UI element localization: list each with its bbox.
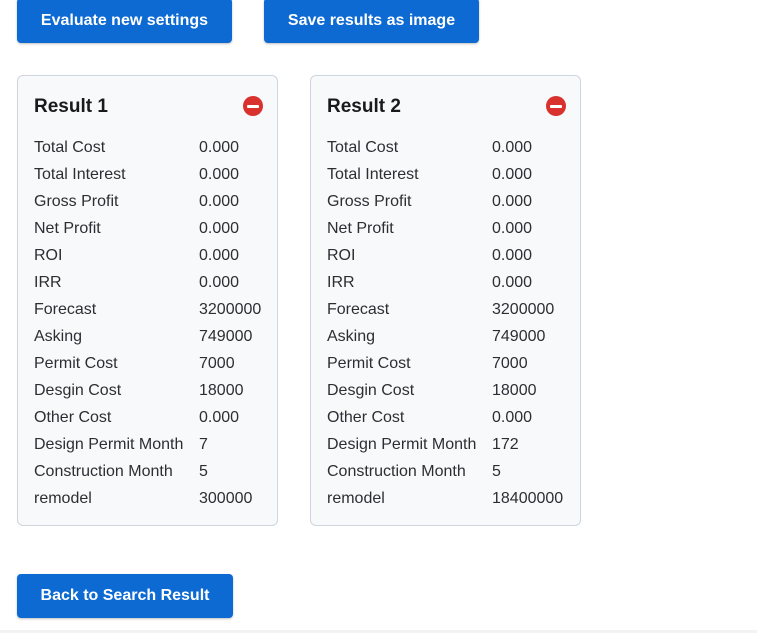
- result-card-1: Result 1 Total Cost 0.000 Total Interest 0.…: [17, 75, 278, 526]
- metric-value: 0.000: [199, 193, 240, 210]
- result-metric-row: remodel 18400000: [327, 485, 563, 512]
- result-metric-row: Other Cost 0.000: [34, 404, 261, 431]
- metric-value: 749000: [199, 328, 253, 345]
- metric-label: Gross Profit: [327, 193, 412, 210]
- metric-label: Asking: [34, 328, 83, 345]
- metric-label: Permit Cost: [34, 355, 118, 372]
- metric-value: 0.000: [199, 274, 240, 291]
- metric-value: 172: [492, 436, 519, 453]
- result-metric-row: Forecast 3200000: [34, 296, 261, 323]
- metric-value: 749000: [492, 328, 546, 345]
- metric-value: 5: [199, 463, 208, 480]
- metric-value: 0.000: [199, 247, 240, 264]
- remove-result-icon[interactable]: [243, 96, 263, 116]
- result-metric-row: Permit Cost 7000: [327, 350, 563, 377]
- metric-label: Design Permit Month: [327, 436, 477, 453]
- metric-label: Permit Cost: [327, 355, 411, 372]
- metric-value: 0.000: [199, 220, 240, 237]
- metric-value: 0.000: [492, 220, 533, 237]
- remove-result-icon[interactable]: [546, 96, 566, 116]
- result-metric-row: remodel 300000: [34, 485, 261, 512]
- metric-value: 3200000: [492, 301, 555, 318]
- metric-label: Design Permit Month: [34, 436, 184, 453]
- metric-value: 7000: [199, 355, 235, 372]
- result-metric-row: Other Cost 0.000: [327, 404, 563, 431]
- save-results-as-image-button[interactable]: Save results as image: [264, 0, 479, 43]
- result-metric-row: Net Profit 0.000: [34, 215, 261, 242]
- metric-label: Asking: [327, 328, 376, 345]
- result-metric-row: Desgin Cost 18000: [327, 377, 563, 404]
- result-metric-row: Desgin Cost 18000: [34, 377, 261, 404]
- metric-label: Total Cost: [34, 139, 106, 156]
- metric-label: ROI: [327, 247, 356, 264]
- metric-value: 7000: [492, 355, 528, 372]
- result-metric-row: Design Permit Month 172: [327, 431, 563, 458]
- result-metric-row: Permit Cost 7000: [34, 350, 261, 377]
- result-card-title: Result 2: [327, 96, 401, 117]
- result-metric-row: Construction Month 5: [34, 458, 261, 485]
- metric-label: Desgin Cost: [34, 382, 122, 399]
- result-metric-row: Total Interest 0.000: [34, 161, 261, 188]
- evaluate-new-settings-button[interactable]: Evaluate new settings: [17, 0, 232, 43]
- result-metric-row: Asking 749000: [34, 323, 261, 350]
- result-metric-row: IRR 0.000: [34, 269, 261, 296]
- result-metrics-list: Total Cost 0.000 Total Interest 0.000 Gross …: [327, 134, 563, 512]
- metric-value: 300000: [199, 490, 253, 507]
- result-metric-row: Gross Profit 0.000: [327, 188, 563, 215]
- result-metric-row: ROI 0.000: [34, 242, 261, 269]
- metric-value: 5: [492, 463, 501, 480]
- metric-value: 3200000: [199, 301, 262, 318]
- result-card-title: Result 1: [34, 96, 108, 117]
- result-metric-row: Gross Profit 0.000: [34, 188, 261, 215]
- metric-label: Total Interest: [34, 166, 126, 183]
- result-metric-row: Asking 749000: [327, 323, 563, 350]
- metric-value: 0.000: [199, 166, 240, 183]
- metric-value: 0.000: [492, 247, 533, 264]
- metric-label: Gross Profit: [34, 193, 119, 210]
- result-metric-row: Total Cost 0.000: [327, 134, 563, 161]
- metric-label: IRR: [34, 274, 62, 291]
- metric-value: 0.000: [492, 166, 533, 183]
- metric-label: Total Interest: [327, 166, 419, 183]
- metric-label: Construction Month: [327, 463, 466, 480]
- metric-label: Other Cost: [34, 409, 112, 426]
- result-metric-row: IRR 0.000: [327, 269, 563, 296]
- metric-value: 0.000: [492, 193, 533, 210]
- metric-label: remodel: [327, 490, 385, 507]
- result-metric-row: Total Interest 0.000: [327, 161, 563, 188]
- metric-value: 7: [199, 436, 208, 453]
- metric-label: Forecast: [34, 301, 97, 318]
- metric-label: Desgin Cost: [327, 382, 415, 399]
- metric-value: 0.000: [199, 409, 240, 426]
- metric-label: remodel: [34, 490, 92, 507]
- metric-label: Other Cost: [327, 409, 405, 426]
- result-metric-row: Design Permit Month 7: [34, 431, 261, 458]
- metric-value: 18000: [492, 382, 537, 399]
- metric-value: 0.000: [199, 139, 240, 156]
- result-metric-row: ROI 0.000: [327, 242, 563, 269]
- metric-label: Net Profit: [34, 220, 101, 237]
- metric-value: 0.000: [492, 139, 533, 156]
- result-metric-row: Total Cost 0.000: [34, 134, 261, 161]
- metric-label: Total Cost: [327, 139, 399, 156]
- result-card-2: Result 2 Total Cost 0.000 Total Interest 0.…: [310, 75, 581, 526]
- metric-label: IRR: [327, 274, 355, 291]
- result-metric-row: Construction Month 5: [327, 458, 563, 485]
- metric-value: 0.000: [492, 409, 533, 426]
- back-to-search-result-button[interactable]: Back to Search Result: [17, 574, 233, 618]
- metric-label: Forecast: [327, 301, 390, 318]
- metric-label: Construction Month: [34, 463, 173, 480]
- metric-label: ROI: [34, 247, 63, 264]
- result-metric-row: Net Profit 0.000: [327, 215, 563, 242]
- metric-label: Net Profit: [327, 220, 394, 237]
- result-metric-row: Forecast 3200000: [327, 296, 563, 323]
- metric-value: 0.000: [492, 274, 533, 291]
- metric-value: 18400000: [492, 490, 564, 507]
- metric-value: 18000: [199, 382, 244, 399]
- result-metrics-list: Total Cost 0.000 Total Interest 0.000 Gross …: [34, 134, 261, 512]
